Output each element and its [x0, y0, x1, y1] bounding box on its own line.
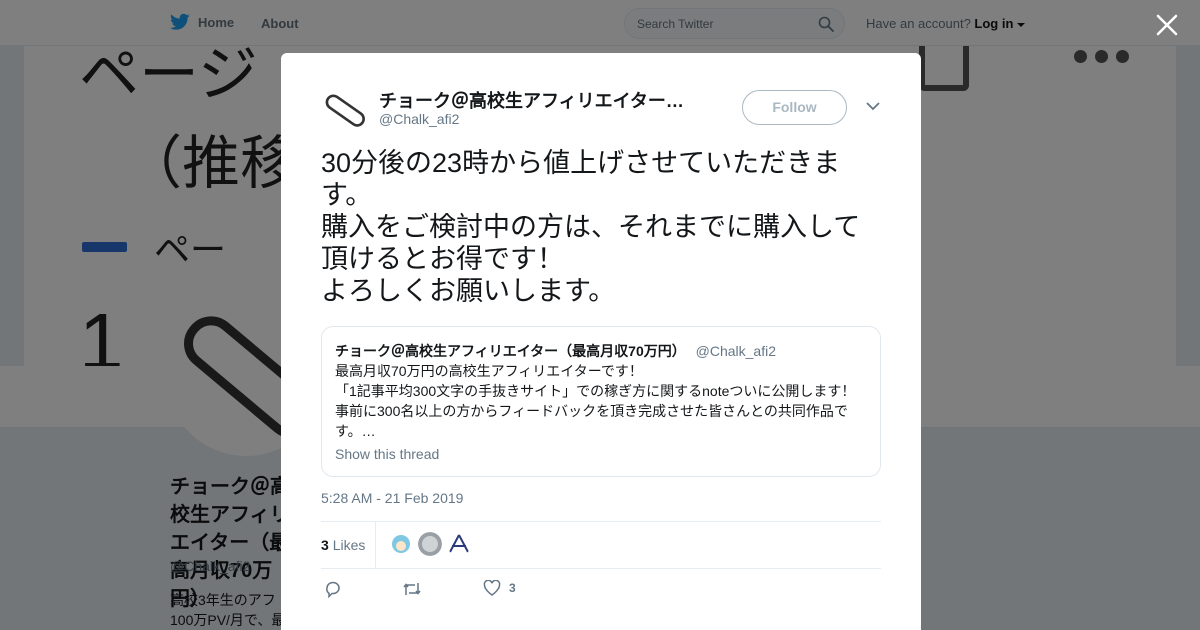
tweet-text: 30分後の23時から値上げさせていただきます。 購入をご検討中の方は、それまでに… [321, 148, 861, 306]
author-handle[interactable]: @Chalk_afi2 [379, 111, 459, 127]
liker-avatar[interactable] [447, 532, 471, 556]
tweet-actions: 3 [321, 580, 621, 600]
retweet-action[interactable] [402, 580, 422, 598]
follow-button[interactable]: Follow [742, 90, 847, 125]
stats-divider [375, 522, 376, 568]
likes-count: 3 [321, 537, 329, 553]
likes-label: Likes [332, 537, 366, 553]
reply-icon [326, 581, 340, 598]
chalk-icon [325, 94, 365, 127]
close-icon[interactable] [1154, 12, 1180, 38]
retweet-icon [403, 583, 421, 595]
compass-emblem-icon [447, 532, 471, 556]
quoted-header: チョーク＠高校生アフィリエイター（最高月収70万円） @Chalk_afi2 [335, 341, 776, 361]
author-avatar[interactable] [321, 87, 369, 135]
tweet-modal: チョーク＠高校生アフィリエイター（最高月収70万円） @Chalk_afi2 F… [281, 53, 921, 630]
like-action[interactable]: 3 [483, 580, 516, 596]
chevron-down-icon[interactable] [866, 101, 880, 111]
author-name[interactable]: チョーク＠高校生アフィリエイター（最高月収70万円） [379, 87, 699, 113]
likes-stat[interactable]: 3 Likes [321, 537, 365, 553]
quoted-author-name: チョーク＠高校生アフィリエイター（最高月収70万円） [335, 343, 686, 359]
liker-avatar[interactable] [389, 532, 413, 556]
liker-avatar[interactable] [418, 532, 442, 556]
quoted-author-handle: @Chalk_afi2 [695, 343, 776, 359]
likers-avatars [389, 532, 471, 556]
show-thread-link[interactable]: Show this thread [335, 446, 439, 462]
like-count: 3 [509, 581, 516, 595]
photo-avatar-icon [418, 532, 442, 556]
reply-action[interactable] [324, 580, 342, 598]
anime-avatar-icon [389, 532, 413, 556]
tweet-stats: 3 Likes [321, 521, 881, 569]
heart-icon [483, 580, 501, 596]
tweet-timestamp[interactable]: 5:28 AM - 21 Feb 2019 [321, 490, 463, 506]
quoted-tweet[interactable]: チョーク＠高校生アフィリエイター（最高月収70万円） @Chalk_afi2 最… [321, 326, 881, 477]
quoted-text: 最高月収70万円の高校生アフィリエイターです！ 「1記事平均300文字の手抜きサ… [335, 363, 856, 439]
